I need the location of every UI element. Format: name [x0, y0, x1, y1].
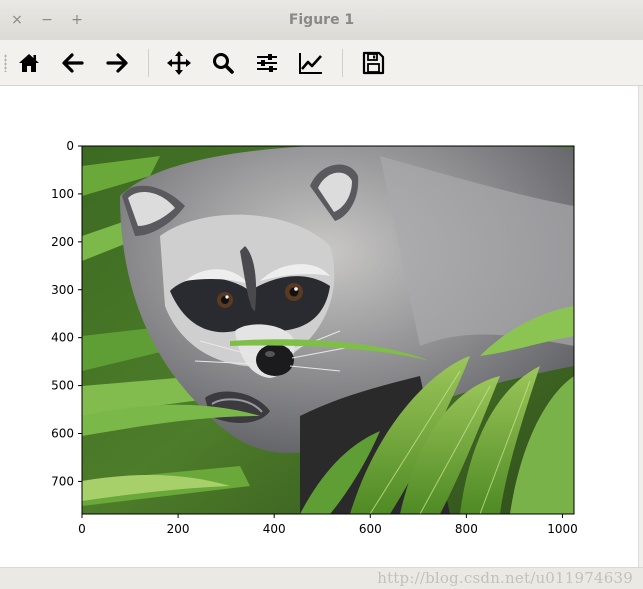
- y-tick-label: 0: [66, 139, 74, 153]
- save-button[interactable]: [358, 48, 388, 78]
- figure-window: × − + Figure 1 0 200 400 600 800 1000 0 …: [0, 0, 643, 589]
- x-axis: 0 200 400 600 800 1000: [78, 514, 578, 536]
- minimize-button[interactable]: −: [39, 12, 55, 28]
- x-tick-label: 200: [167, 522, 190, 536]
- y-axis: 0 100 200 300 400 500 600 700: [51, 139, 82, 488]
- title-bar: × − + Figure 1: [0, 0, 643, 41]
- forward-button[interactable]: [102, 48, 132, 78]
- x-tick-label: 600: [359, 522, 382, 536]
- y-tick-label: 500: [51, 379, 74, 393]
- home-button[interactable]: [14, 48, 44, 78]
- customize-button[interactable]: [296, 48, 326, 78]
- close-button[interactable]: ×: [9, 12, 25, 28]
- line-chart-icon: [299, 53, 322, 74]
- back-button[interactable]: [58, 48, 88, 78]
- status-bar: http://blog.csdn.net/u011974639: [0, 567, 643, 589]
- magnifier-icon: [213, 53, 234, 74]
- watermark-text: http://blog.csdn.net/u011974639: [377, 569, 633, 587]
- toolbar-separator: [342, 49, 343, 77]
- maximize-button[interactable]: +: [69, 12, 85, 28]
- raccoon-image: [82, 146, 574, 514]
- subplots-button[interactable]: [252, 48, 282, 78]
- window-title: Figure 1: [288, 12, 355, 28]
- home-icon: [19, 54, 39, 72]
- figure-canvas[interactable]: 0 200 400 600 800 1000 0 100 200 300 400 500 600 700: [0, 86, 638, 567]
- toolbar-grip[interactable]: [4, 54, 7, 72]
- move-icon: [167, 51, 191, 75]
- x-tick-label: 0: [78, 522, 86, 536]
- floppy-disk-icon: [362, 51, 385, 75]
- sliders-icon: [257, 54, 277, 72]
- arrow-right-icon: [106, 53, 128, 73]
- y-tick-label: 300: [51, 283, 74, 297]
- navigation-toolbar: [0, 40, 643, 86]
- x-tick-label: 800: [455, 522, 478, 536]
- y-tick-label: 100: [51, 187, 74, 201]
- zoom-button[interactable]: [208, 48, 238, 78]
- y-tick-label: 400: [51, 331, 74, 345]
- pan-button[interactable]: [164, 48, 194, 78]
- axes[interactable]: 0 200 400 600 800 1000 0 100 200 300 400 500 600 700: [0, 86, 638, 567]
- x-tick-label: 1000: [547, 522, 578, 536]
- y-tick-label: 200: [51, 235, 74, 249]
- arrow-left-icon: [62, 53, 84, 73]
- toolbar-separator: [148, 49, 149, 77]
- window-edge: [638, 86, 643, 567]
- y-tick-label: 600: [51, 427, 74, 441]
- x-tick-label: 400: [263, 522, 286, 536]
- y-tick-label: 700: [51, 474, 74, 488]
